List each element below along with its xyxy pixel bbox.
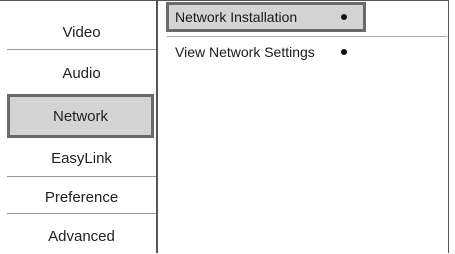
settings-screen: Video Audio Network EasyLink Preference …	[0, 0, 455, 253]
submenu-item-label: Network Installation	[175, 9, 298, 25]
menu-item-network[interactable]: Network	[7, 94, 154, 138]
submenu-item-network-installation[interactable]: Network Installation	[166, 2, 366, 32]
menu-item-label: EasyLink	[51, 149, 112, 167]
menu-item-label: Audio	[62, 64, 101, 82]
menu-divider	[7, 213, 156, 214]
menu-item-label: Advanced	[48, 227, 115, 245]
settings-menu: Video Audio Network EasyLink Preference …	[0, 0, 158, 253]
menu-item-audio[interactable]: Audio	[7, 55, 156, 91]
menu-divider	[7, 176, 156, 177]
menu-item-label: Preference	[44, 188, 119, 206]
submenu-item-label: View Network Settings	[175, 44, 315, 60]
menu-item-preference[interactable]: Preference	[7, 179, 156, 215]
menu-item-advanced[interactable]: Advanced	[7, 218, 156, 254]
menu-item-easylink[interactable]: EasyLink	[7, 140, 156, 176]
menu-item-video[interactable]: Video	[7, 14, 156, 50]
menu-item-label: Video	[62, 23, 101, 41]
bullet-icon	[341, 14, 347, 20]
menu-divider	[7, 49, 156, 50]
menu-item-label: Network	[52, 107, 108, 125]
submenu-item-view-network-settings[interactable]: View Network Settings	[166, 37, 366, 67]
bullet-icon	[341, 49, 347, 55]
